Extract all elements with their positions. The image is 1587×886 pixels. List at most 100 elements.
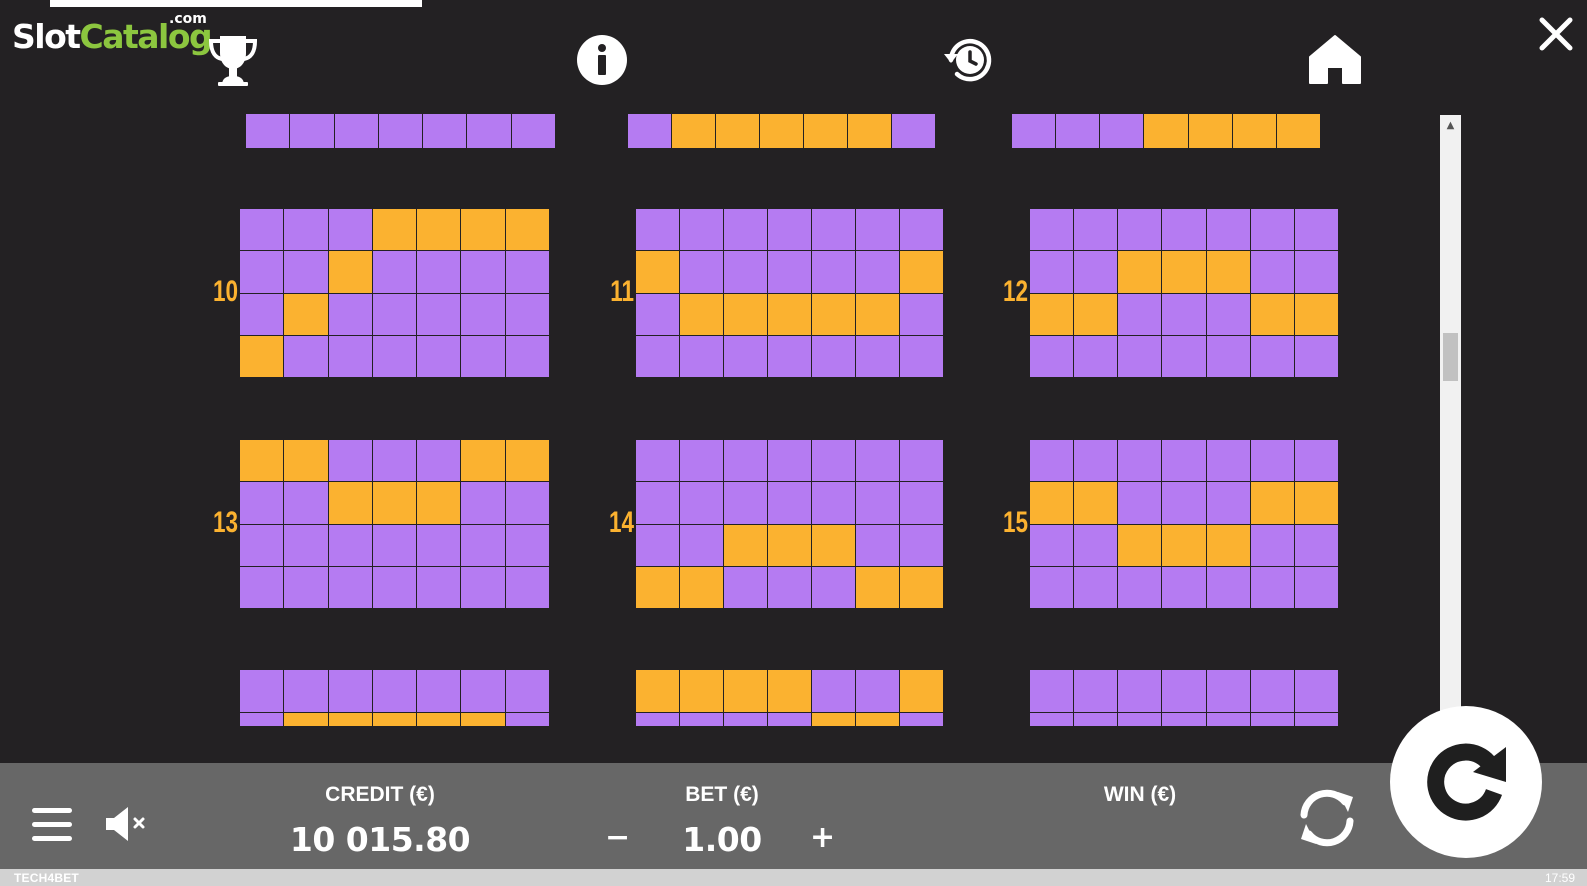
menu-button[interactable] [30, 805, 74, 845]
payline-grid [246, 114, 555, 148]
info-icon [577, 35, 627, 85]
payline-grid [240, 440, 549, 608]
bet-decrease-button[interactable]: − [605, 820, 630, 855]
payline-cell [1118, 670, 1162, 712]
payline-cell-active [1144, 114, 1188, 148]
payline-cell [240, 293, 284, 335]
payline-cell [1056, 114, 1100, 148]
payline-cell [856, 335, 899, 377]
payline-cell [246, 114, 290, 148]
payline-cell [1294, 335, 1338, 377]
payline-cell [636, 209, 679, 251]
payline-cell [1030, 251, 1074, 293]
payline-cell [856, 524, 899, 566]
payline-cell [1030, 440, 1074, 482]
payline-cell [1118, 209, 1162, 251]
payline-cell [1206, 713, 1250, 726]
payline-cell [1250, 566, 1294, 608]
payline-cell-active [856, 713, 899, 726]
payline-cell [1074, 713, 1118, 726]
history-button[interactable] [942, 33, 996, 87]
payline-cell-active [1118, 251, 1162, 293]
payline-cell [505, 482, 549, 524]
payline-cell-active [812, 293, 855, 335]
payline-cell [505, 670, 549, 712]
payline-cell [1294, 251, 1338, 293]
payline-cell [636, 713, 679, 726]
payline-cell [461, 566, 505, 608]
payline-cell-active [636, 251, 679, 293]
scrollbar-thumb[interactable] [1443, 333, 1458, 381]
payline-cell [284, 524, 328, 566]
autoplay-button[interactable] [1293, 785, 1361, 851]
payline-cell [724, 251, 767, 293]
logo-slot-text: Slot [12, 17, 81, 56]
provider-name: TECH4BET [14, 871, 79, 885]
payline-cell-active [505, 209, 549, 251]
payline-cell-active [461, 713, 505, 726]
history-icon [944, 38, 992, 82]
payline-cell [505, 713, 549, 726]
payline-cell-active [1118, 524, 1162, 566]
payline-cell [812, 251, 855, 293]
scrollbar[interactable]: ▲ [1440, 115, 1461, 715]
bet-increase-button[interactable]: + [810, 820, 835, 855]
payline-cell-active [1294, 482, 1338, 524]
payline-number: 10 [212, 275, 238, 308]
payline-cell [461, 482, 505, 524]
payline-cell [461, 524, 505, 566]
home-button[interactable] [1307, 32, 1363, 86]
payline-cell-active [1276, 114, 1320, 148]
payline-cell [240, 482, 284, 524]
payline-cell [1206, 335, 1250, 377]
payline-cell [1250, 440, 1294, 482]
payline-cell [900, 440, 943, 482]
payline-cell [1294, 713, 1338, 726]
payline-cell [1074, 670, 1118, 712]
payline-cell [328, 566, 372, 608]
sound-button[interactable] [104, 806, 150, 842]
payline-cell-active [461, 209, 505, 251]
payline-cell [423, 114, 467, 148]
payline-number: 14 [608, 506, 634, 539]
payline-cell-active [724, 293, 767, 335]
payline-cell [768, 482, 811, 524]
payline-cell [1162, 670, 1206, 712]
info-button[interactable] [576, 34, 628, 86]
payline-cell-active [900, 670, 943, 712]
spin-button[interactable] [1390, 706, 1542, 858]
payline-cell [680, 440, 723, 482]
close-button[interactable] [1536, 14, 1576, 54]
payline-cell-active [812, 713, 855, 726]
trophy-button[interactable] [205, 32, 261, 88]
trophy-icon [208, 36, 258, 86]
payline-cell [372, 566, 417, 608]
payline-cell [1250, 524, 1294, 566]
payline-cell-active [1074, 482, 1118, 524]
payline-cell-active [1232, 114, 1276, 148]
payline-cell-active [856, 293, 899, 335]
payline-grid [1030, 670, 1338, 726]
scroll-up-icon[interactable]: ▲ [1440, 115, 1461, 135]
payline-cell-active [900, 566, 943, 608]
payline-grid [628, 114, 935, 148]
payline-cell-active [240, 335, 284, 377]
payline-cell [1012, 114, 1056, 148]
payline-cell-active [724, 524, 767, 566]
bet-label: BET (€) [685, 783, 759, 806]
payline-cell [1294, 670, 1338, 712]
payline-cell [328, 293, 372, 335]
payline-cell [768, 440, 811, 482]
payline-cell-active [372, 713, 417, 726]
payline-cell [636, 293, 679, 335]
payline-grid [636, 440, 943, 608]
payline-cell [900, 482, 943, 524]
payline-cell-active [680, 566, 723, 608]
payline-cell-active [716, 114, 759, 148]
payline-cell [372, 251, 417, 293]
payline-cell-active [284, 440, 328, 482]
payline-cell-active [372, 482, 417, 524]
payline-cell [1294, 209, 1338, 251]
payline-cell [240, 670, 284, 712]
payline-cell [812, 440, 855, 482]
